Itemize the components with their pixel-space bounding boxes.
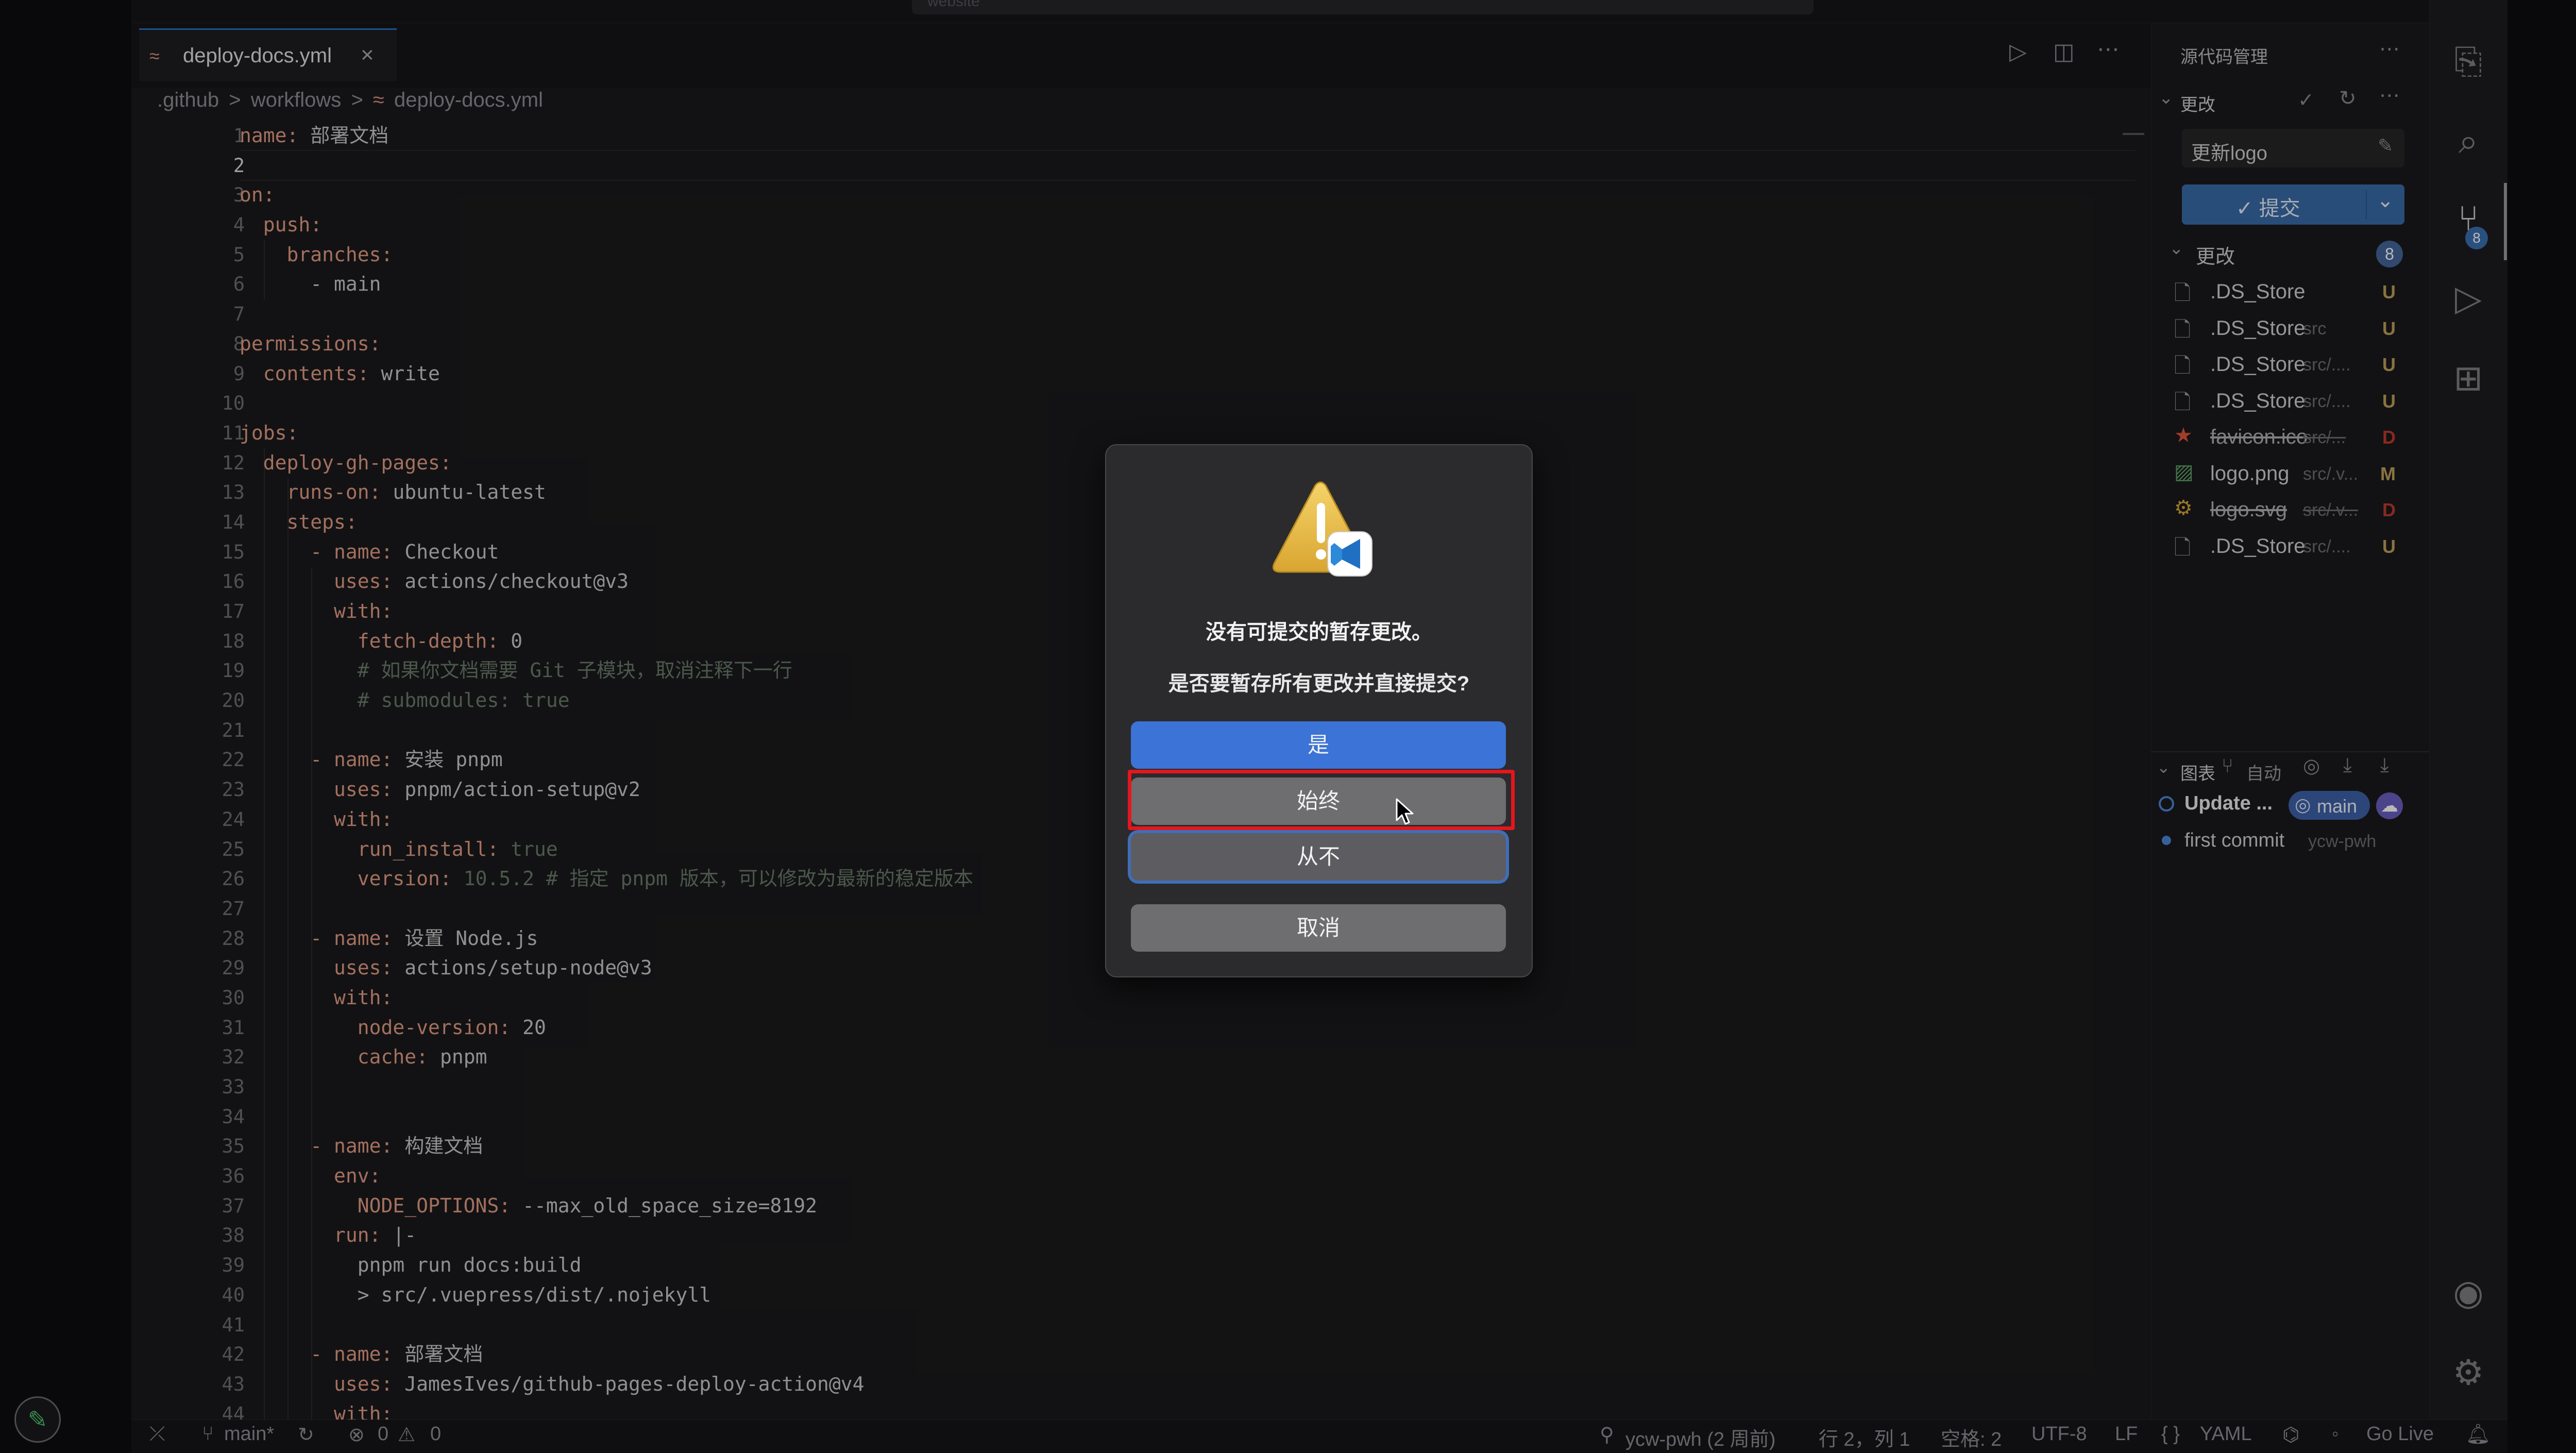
dialog-title: 没有可提交的暂存更改。 (1206, 621, 1432, 644)
yes-button[interactable]: 是 (1131, 721, 1506, 769)
dialog-message: 是否要暂存所有更改并直接提交? (1168, 672, 1470, 695)
cancel-button[interactable]: 取消 (1131, 904, 1506, 952)
warning-icon (1273, 481, 1372, 577)
never-button[interactable]: 从不 (1131, 833, 1506, 881)
confirm-dialog: 没有可提交的暂存更改。 是否要暂存所有更改并直接提交? 是 始终 从不 取消 (1105, 444, 1533, 977)
highlight-box (1128, 770, 1515, 830)
mouse-cursor-icon (1396, 798, 1414, 825)
